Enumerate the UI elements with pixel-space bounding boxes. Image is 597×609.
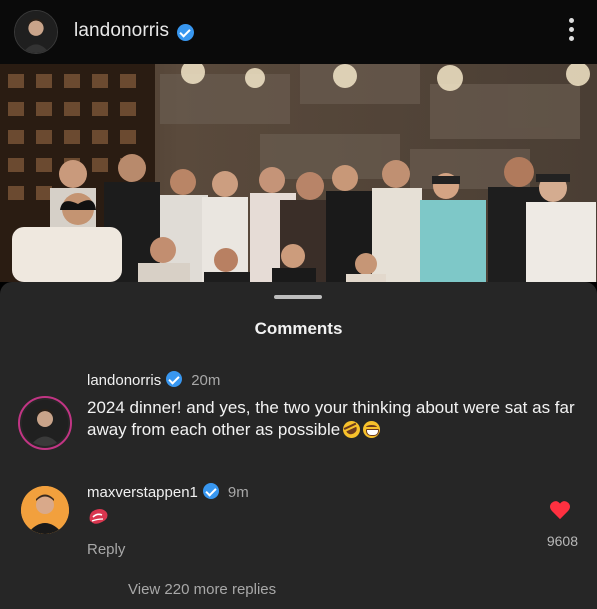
comment-item: maxverstappen1 9m Reply 9608 — [0, 478, 597, 578]
comment-username[interactable]: maxverstappen1 — [87, 484, 198, 501]
comment-item: landonorris 20m 2024 dinner! and yes, the… — [0, 368, 597, 466]
heart-icon[interactable] — [549, 500, 571, 520]
comment-header: landonorris 20m — [87, 371, 220, 389]
comment-text: 2024 dinner! and yes, the two your think… — [87, 397, 587, 441]
post-header: landonorris — [0, 0, 597, 64]
avatar[interactable] — [21, 486, 69, 534]
profile-photo-icon — [21, 486, 69, 534]
comment-body: 2024 dinner! and yes, the two your think… — [87, 398, 575, 439]
post-photo[interactable] — [0, 64, 597, 282]
comment-time: 9m — [227, 484, 249, 501]
more-vertical-icon[interactable] — [569, 18, 575, 46]
verified-badge-icon — [177, 24, 194, 41]
drag-handle[interactable] — [274, 295, 322, 299]
reply-button[interactable]: Reply — [87, 541, 125, 558]
verified-badge-icon — [166, 371, 183, 387]
profile-photo-icon — [22, 400, 68, 446]
meat-icon — [89, 509, 108, 524]
comments-sheet: Comments landonorris 20m 2024 dinner! and… — [0, 282, 597, 609]
grinning-face-icon — [363, 421, 381, 438]
comments-title: Comments — [254, 319, 343, 338]
avatar[interactable] — [14, 10, 58, 54]
comment-time: 20m — [191, 372, 221, 389]
comment-username[interactable]: landonorris — [87, 372, 161, 389]
rolling-on-floor-laughing-icon — [340, 418, 364, 441]
verified-badge-icon — [202, 483, 219, 499]
group-dinner-photo — [0, 64, 597, 282]
avatar[interactable] — [18, 396, 72, 450]
post-username[interactable]: landonorris — [74, 20, 169, 42]
view-more-replies-button[interactable]: View 220 more replies — [128, 581, 276, 598]
comment-header: maxverstappen1 9m — [87, 483, 249, 501]
profile-photo-icon — [15, 11, 57, 53]
like-count: 9608 — [546, 533, 578, 549]
